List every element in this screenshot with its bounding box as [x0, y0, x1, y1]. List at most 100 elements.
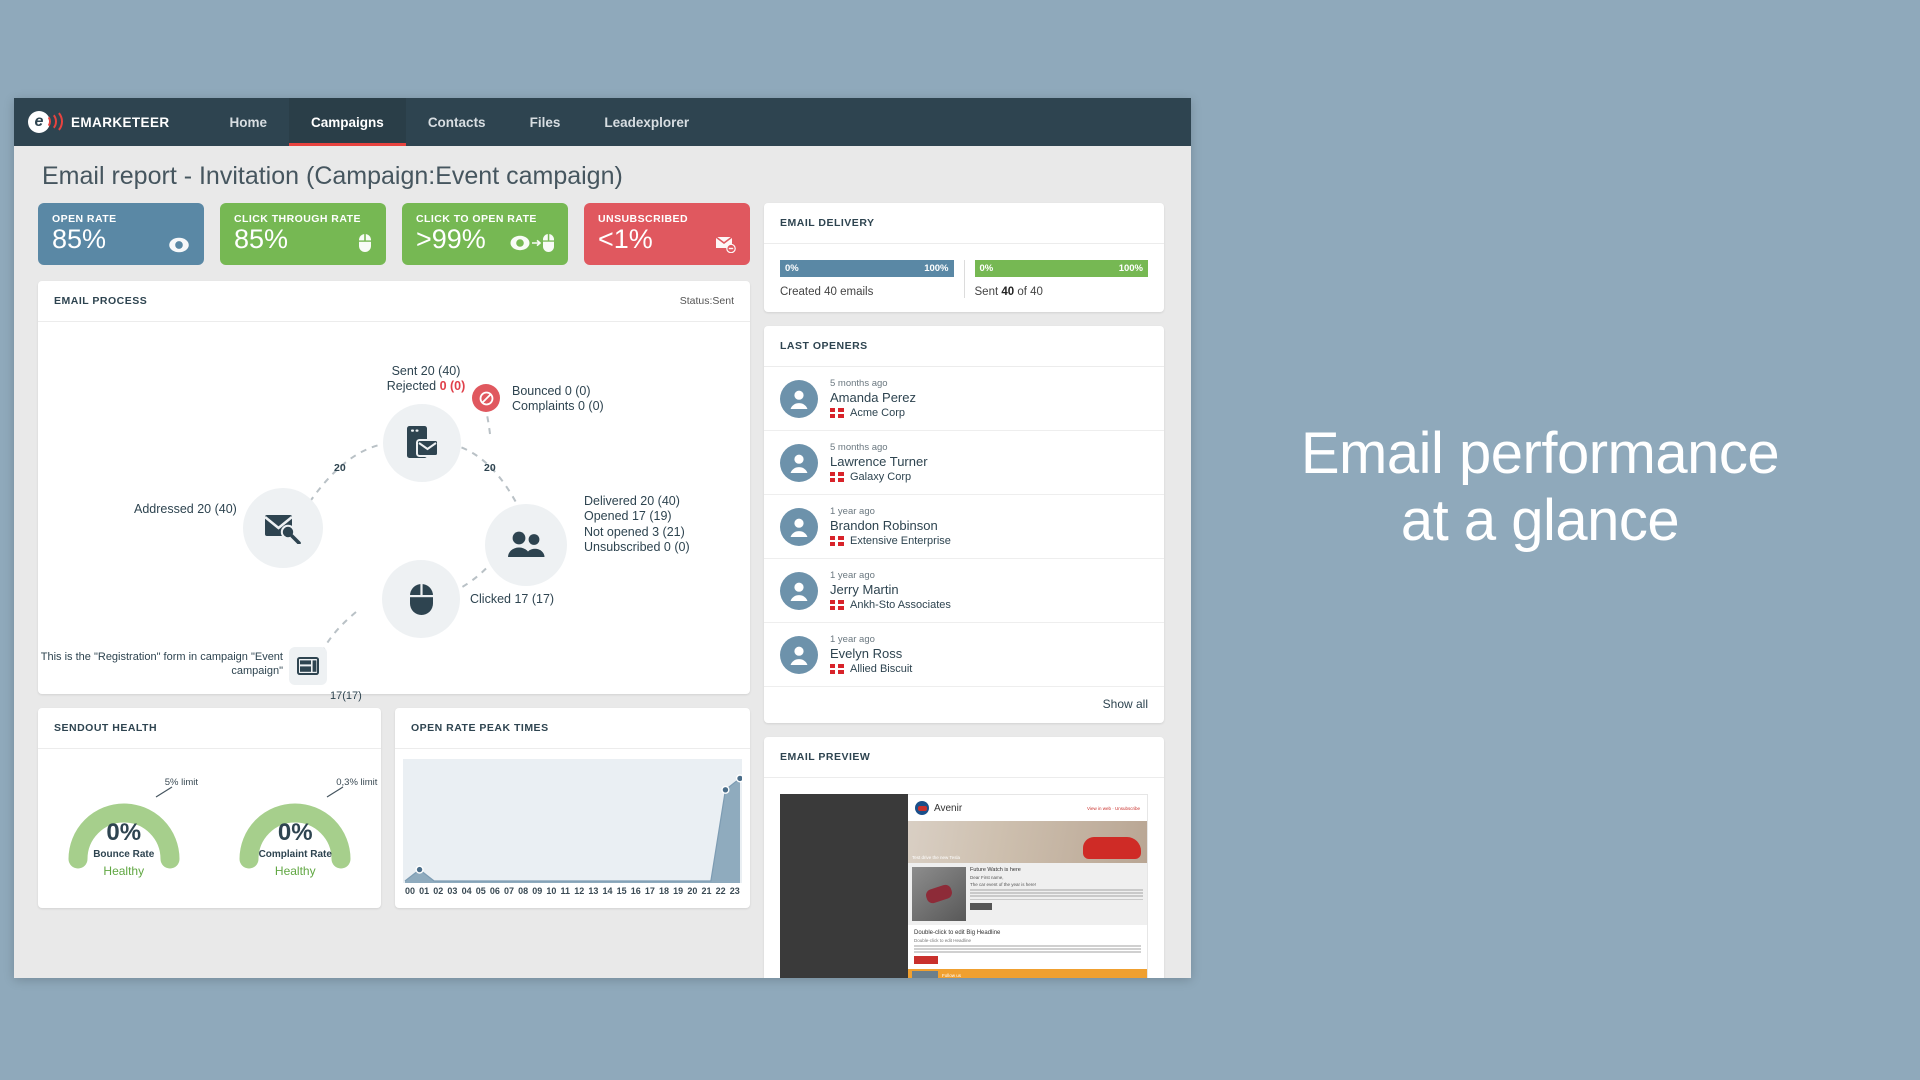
- opener-time: 1 year ago: [830, 570, 875, 581]
- kpi-unsubscribed[interactable]: UNSUBSCRIBED <1%: [584, 203, 750, 265]
- complaint-caption: Complaint Rate: [258, 849, 332, 860]
- hero-car-shape: [1083, 837, 1141, 859]
- opener-row[interactable]: 1 year ago Evelyn Ross Allied Biscuit: [764, 623, 1164, 687]
- nav-item-campaigns[interactable]: Campaigns: [289, 98, 406, 146]
- opener-meta: 1 year ago Brandon Robinson Extensive Ente…: [830, 506, 951, 547]
- preview-top-links: View in web · Unsubscribe: [1087, 805, 1140, 811]
- sent-caption-post: of 40: [1014, 286, 1043, 298]
- last-openers-card: LAST OPENERS 5 months ago Amanda Perez Acm…: [764, 326, 1164, 723]
- eye-icon: [168, 237, 190, 253]
- sent-start: 0%: [979, 263, 994, 274]
- opener-name: Amanda Perez: [830, 390, 916, 405]
- opener-company-name: Acme Corp: [850, 407, 906, 419]
- nav-item-files[interactable]: Files: [508, 98, 583, 146]
- complaint-value: 0%: [277, 819, 313, 846]
- node-delivered[interactable]: [485, 504, 567, 586]
- label-rejected-text: Rejected: [386, 379, 437, 394]
- opener-company-name: Allied Biscuit: [850, 663, 913, 675]
- open-rate-peak-times-card: OPEN RATE PEAK TIMES 00 01 02 03 04 05 06 07 08 0…: [395, 708, 750, 908]
- email-preview-header: EMAIL PREVIEW: [764, 737, 1164, 778]
- kpi-click-to-open-rate[interactable]: CLICK TO OPEN RATE >99%: [402, 203, 568, 265]
- peak-times-title: OPEN RATE PEAK TIMES: [411, 722, 549, 734]
- sent-caption-pre: Sent: [974, 286, 1002, 298]
- node-bounced[interactable]: [472, 384, 500, 412]
- label-opened: Opened 17 (19): [584, 509, 672, 524]
- brand-logo[interactable]: e EMARKETEER: [14, 98, 186, 146]
- preview-backdrop: [780, 794, 908, 978]
- node-sent[interactable]: [383, 404, 461, 482]
- denmark-flag-icon: [830, 472, 844, 482]
- preview-brand-name: Avenir: [934, 802, 963, 814]
- nav-label: Leadexplorer: [604, 114, 690, 130]
- page-title: Email report - Invitation (Campaign:Even…: [42, 162, 623, 190]
- opener-row[interactable]: 1 year ago Jerry Martin Ankh-Sto Associate…: [764, 559, 1164, 623]
- eye-to-mouse-icon: [510, 233, 554, 253]
- footer-heading: Double-click to edit Big Headline: [914, 930, 1001, 936]
- opener-row[interactable]: 5 months ago Lawrence Turner Galaxy Corp: [764, 431, 1164, 495]
- email-process-header: EMAIL PROCESS Status:Sent: [38, 281, 750, 322]
- avatar: [780, 443, 818, 482]
- email-preview-title: EMAIL PREVIEW: [780, 751, 871, 763]
- peak-times-chart[interactable]: 00 01 02 03 04 05 06 07 08 09 10 11 12 13 14 15 16 17 18 19…: [395, 749, 750, 896]
- emarketeer-logo-icon: e: [28, 109, 63, 135]
- promo-line-1: Email performance: [1300, 421, 1780, 486]
- screenshot-root: Email performance at a glance e EMARKETE…: [0, 0, 1920, 1080]
- label-sent: Sent 20 (40) Rejected 0 (0): [376, 364, 476, 395]
- email-preview-body[interactable]: Avenir View in web · Unsubscribe Test dr…: [764, 778, 1164, 978]
- label-form-count: 17(17): [330, 690, 362, 702]
- sent-end: 100%: [1118, 263, 1143, 274]
- complaint-health: Healthy: [274, 864, 316, 878]
- created-caption: Created 40 emails: [780, 286, 874, 298]
- footer-button[interactable]: [914, 955, 938, 964]
- opener-name: Evelyn Ross: [830, 646, 903, 661]
- kpi-open-rate[interactable]: OPEN RATE 85%: [38, 203, 204, 265]
- preview-orange-bar: Follow us: [908, 968, 1147, 978]
- opener-row[interactable]: 5 months ago Amanda Perez Acme Corp: [764, 367, 1164, 431]
- x-tick-label: 21: [701, 886, 712, 896]
- sendout-health-card: SENDOUT HEALTH 5% limit 0% Bounce Rate H…: [38, 708, 381, 908]
- node-clicked[interactable]: [382, 560, 460, 638]
- peak-times-header: OPEN RATE PEAK TIMES: [395, 708, 750, 749]
- email-process-title: EMAIL PROCESS: [54, 295, 148, 307]
- edge-label-left: 20: [334, 462, 346, 474]
- x-tick-label: 12: [574, 886, 585, 896]
- x-tick-label: 20: [687, 886, 698, 896]
- opener-company-name: Galaxy Corp: [850, 471, 912, 483]
- addressed-mail-search-icon: [264, 515, 301, 544]
- footer-sub: Double-click to edit Headline: [914, 938, 972, 943]
- opener-time: 1 year ago: [830, 506, 875, 517]
- sent-device-icon: [407, 426, 439, 458]
- x-tick-label: 13: [588, 886, 599, 896]
- preview-bar-text: Follow us: [942, 972, 962, 978]
- nav-item-home[interactable]: Home: [208, 98, 290, 146]
- sent-progress-bar: 0% 100%: [974, 260, 1148, 277]
- opener-company: Extensive Enterprise: [830, 535, 951, 547]
- kpi-click-through-rate[interactable]: CLICK THROUGH RATE 85%: [220, 203, 386, 265]
- sendout-health-header: SENDOUT HEALTH: [38, 708, 381, 749]
- show-all-link[interactable]: Show all: [764, 687, 1164, 723]
- opener-row[interactable]: 1 year ago Brandon Robinson Extensive Ente…: [764, 495, 1164, 559]
- avenir-logo-icon: [915, 801, 929, 815]
- email-delivery-card: EMAIL DELIVERY 0% 100% Created 40 emails: [764, 203, 1164, 312]
- people-icon: [508, 531, 545, 557]
- x-tick-label: 16: [630, 886, 641, 896]
- email-process-diagram: Addressed 20 (40) Sent 20 (40) Rejected …: [38, 322, 750, 702]
- complaint-limit-label: 0,3% limit: [336, 777, 378, 788]
- section-button[interactable]: [970, 903, 992, 911]
- label-bounced: Bounced 0 (0): [512, 384, 591, 398]
- denmark-flag-icon: [830, 536, 844, 546]
- bounce-health: Healthy: [103, 864, 145, 878]
- promo-text: Email performance at a glance: [1190, 420, 1890, 555]
- nav-item-leadexplorer[interactable]: Leadexplorer: [582, 98, 711, 146]
- node-form[interactable]: [289, 647, 327, 685]
- edge-label-right: 20: [484, 462, 496, 474]
- email-delivery-header: EMAIL DELIVERY: [764, 203, 1164, 244]
- section-sub1: Dear First name,: [970, 875, 1004, 880]
- kpi-value: >99%: [416, 224, 486, 254]
- form-layout-icon: [297, 657, 319, 675]
- nav-item-contacts[interactable]: Contacts: [406, 98, 508, 146]
- node-addressed[interactable]: [243, 488, 323, 568]
- nav-items: Home Campaigns Contacts Files Leadexplor…: [208, 98, 712, 146]
- x-tick-label: 23: [729, 886, 740, 896]
- opener-name: Brandon Robinson: [830, 518, 938, 533]
